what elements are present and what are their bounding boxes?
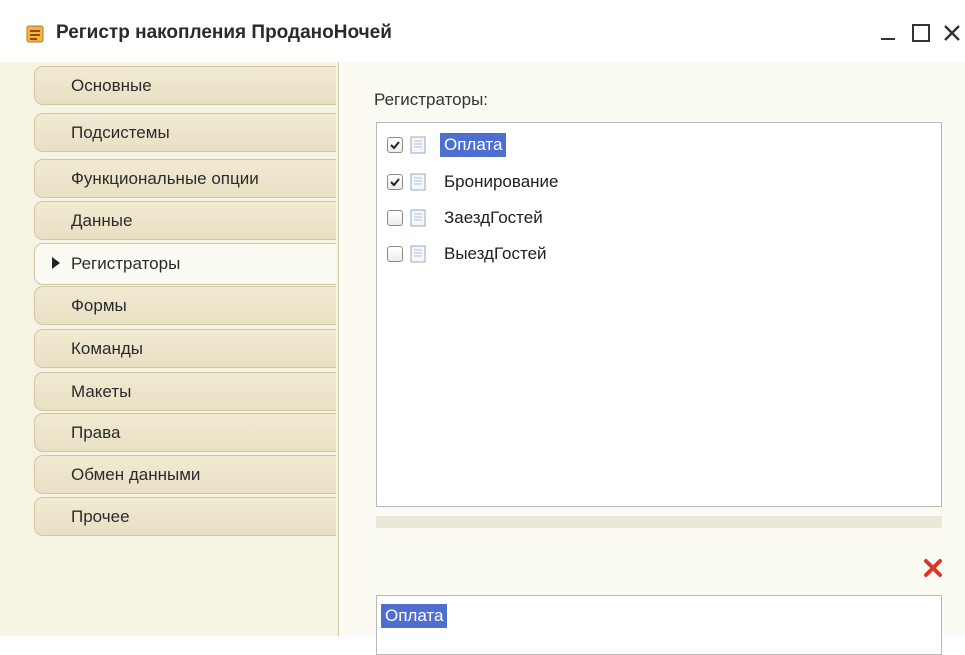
tab-osnovnye[interactable]: Основные	[34, 66, 336, 105]
tab-dannye[interactable]: Данные	[34, 201, 336, 240]
document-icon	[410, 245, 426, 263]
tab-label: Прочее	[71, 507, 130, 526]
tab-label: Подсистемы	[71, 123, 170, 142]
list-item[interactable]: Оплата	[387, 130, 787, 160]
tab-formy[interactable]: Формы	[34, 286, 336, 325]
active-tab-arrow-icon	[52, 257, 60, 269]
configuration-window: Регистр накопления ПроданоНочей Основные…	[0, 0, 965, 655]
list-item[interactable]: Бронирование	[387, 167, 787, 197]
document-icon	[410, 136, 426, 154]
tab-prochee[interactable]: Прочее	[34, 497, 336, 536]
checkbox-unchecked[interactable]	[387, 246, 403, 262]
tab-registratory[interactable]: Регистраторы	[34, 243, 336, 285]
list-item-label: Оплата	[440, 133, 507, 157]
list-item-label: ВыездГостей	[444, 244, 547, 263]
registrators-list[interactable]: Оплата Бронирование ЗаездГостей ВыездГос…	[376, 122, 942, 507]
tab-panel: Основные Подсистемы Функциональные опции…	[0, 62, 339, 636]
list-item[interactable]: ВыездГостей	[387, 239, 787, 269]
tab-funktsionalnye-optsii[interactable]: Функциональные опции	[34, 159, 336, 198]
minimize-icon	[881, 38, 895, 40]
tab-label: Обмен данными	[71, 465, 201, 484]
selected-registrator-field[interactable]: Оплата	[376, 595, 942, 655]
list-item-label: ЗаездГостей	[444, 208, 543, 227]
registrators-panel: Регистраторы: Оплата Бронирование ЗаездГ…	[339, 62, 965, 655]
tab-podsistemy[interactable]: Подсистемы	[34, 113, 336, 152]
tab-label: Макеты	[71, 382, 132, 401]
register-icon	[26, 25, 44, 43]
tab-label: Права	[71, 423, 121, 442]
registrators-label: Регистраторы:	[374, 90, 489, 109]
maximize-icon	[912, 24, 930, 42]
document-icon	[410, 209, 426, 227]
tab-label: Данные	[71, 211, 133, 230]
delete-button[interactable]	[922, 557, 944, 579]
delete-icon	[924, 559, 942, 577]
tab-label: Функциональные опции	[71, 169, 259, 188]
selected-registrator-value: Оплата	[381, 604, 448, 628]
checkmark-icon	[390, 178, 400, 187]
tab-komandy[interactable]: Команды	[34, 329, 336, 368]
checkbox-checked[interactable]	[387, 174, 403, 190]
list-item[interactable]: ЗаездГостей	[387, 203, 787, 233]
checkbox-unchecked[interactable]	[387, 210, 403, 226]
document-icon	[410, 173, 426, 191]
tab-label: Регистраторы	[71, 254, 181, 273]
tab-label: Основные	[71, 76, 152, 95]
close-icon	[944, 25, 960, 41]
checkmark-icon	[390, 141, 400, 150]
tab-label: Формы	[71, 296, 127, 315]
tab-obmen-dannymi[interactable]: Обмен данными	[34, 455, 336, 494]
close-button[interactable]	[935, 16, 965, 50]
tab-label: Команды	[71, 339, 144, 358]
minimize-button[interactable]	[871, 16, 905, 50]
list-item-label: Бронирование	[444, 172, 559, 191]
title-bar: Регистр накопления ПроданоНочей	[0, 0, 965, 63]
checkbox-checked[interactable]	[387, 137, 403, 153]
maximize-button[interactable]	[904, 16, 938, 50]
tab-prava[interactable]: Права	[34, 413, 336, 452]
window-title: Регистр накопления ПроданоНочей	[56, 22, 392, 43]
splitter-handle[interactable]	[376, 516, 942, 528]
tab-makety[interactable]: Макеты	[34, 372, 336, 411]
